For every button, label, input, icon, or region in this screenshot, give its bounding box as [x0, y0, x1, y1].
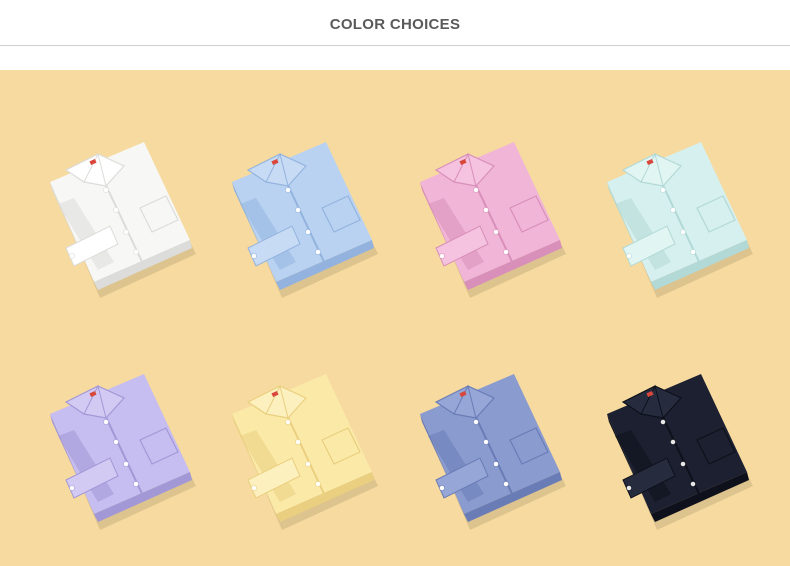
shirt-navy: [585, 352, 755, 532]
shirt-lavender: [28, 352, 198, 532]
folded-shirt-graphic: [50, 142, 196, 298]
folded-shirt-graphic: [50, 374, 196, 530]
header-gap: [0, 46, 790, 70]
page-header: COLOR CHOICES: [0, 0, 790, 46]
shirt-yellow: [210, 352, 380, 532]
folded-shirt-graphic: [420, 374, 566, 530]
folded-shirt-graphic: [232, 142, 378, 298]
shirt-denim-blue: [398, 352, 568, 532]
page-title: COLOR CHOICES: [329, 16, 461, 33]
folded-shirt-graphic: [420, 142, 566, 298]
shirt-pink: [398, 120, 568, 300]
shirt-white: [28, 120, 198, 300]
shirt-mint: [585, 120, 755, 300]
folded-shirt-graphic: [607, 142, 753, 298]
folded-shirt-graphic: [607, 374, 753, 530]
shirt-light-blue: [210, 120, 380, 300]
color-swatch-panel: [0, 70, 790, 566]
folded-shirt-graphic: [232, 374, 378, 530]
